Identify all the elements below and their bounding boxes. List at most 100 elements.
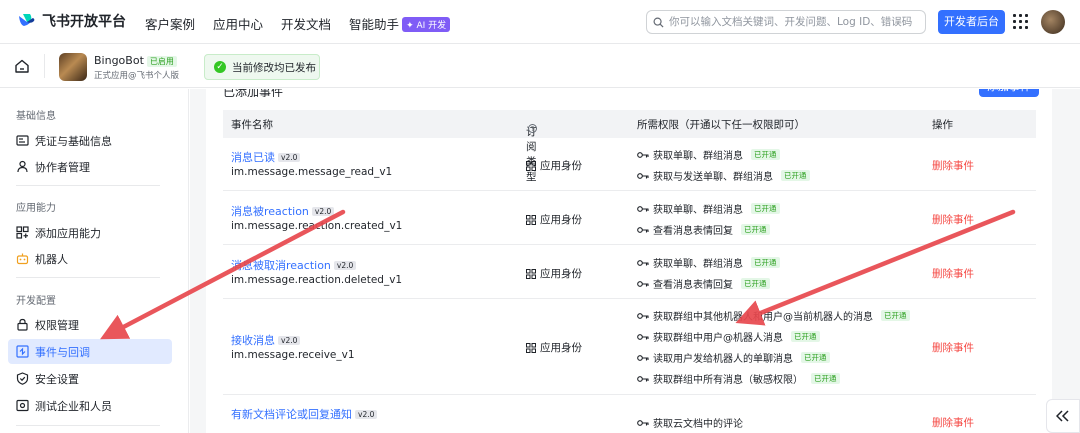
sidebar-divider	[16, 277, 160, 278]
double-chevron-left-icon	[1056, 410, 1069, 422]
sidebar-item-label: 凭证与基础信息	[35, 134, 112, 148]
permission-status-badge: 已开通	[741, 224, 770, 235]
permission-label: 获取群组中其他机器人和用户@当前机器人的消息	[653, 312, 873, 323]
table-row: 有新文档评论或回复通知 v2.0 获取云文档中的评论 删除事件	[223, 395, 1036, 433]
logo-text: 飞书开放平台	[42, 14, 126, 30]
event-code: im.message.reaction.created_v1	[231, 220, 403, 232]
app-identity-icon	[526, 342, 536, 353]
main-content: 已添加事件 添加事件 事件名称 订阅类型? 所需权限（开通以下任一权限即可） 操…	[190, 89, 1080, 433]
add-capability-icon	[16, 226, 29, 239]
sidebar-item-label: 添加应用能力	[35, 226, 101, 240]
delete-event-button[interactable]: 删除事件	[932, 415, 974, 430]
sidebar-item-label: 权限管理	[35, 318, 79, 332]
delete-event-button[interactable]: 删除事件	[932, 266, 974, 281]
event-name: 接收消息	[231, 334, 275, 347]
search-box[interactable]	[646, 10, 926, 34]
event-name: 有新文档评论或回复通知	[231, 408, 352, 421]
key-icon	[637, 205, 649, 212]
table-row: 接收消息 v2.0 im.message.receive_v1 应用身份 获取群组…	[223, 299, 1036, 395]
check-circle-icon: ✓	[214, 61, 226, 73]
sidebar-divider	[16, 185, 160, 186]
permission-item: 获取群组中用户@机器人消息 已开通	[637, 329, 820, 344]
event-name-link[interactable]: 消息被reaction v2.0	[231, 203, 335, 219]
nav-dev-docs[interactable]: 开发文档	[281, 14, 331, 33]
user-avatar[interactable]	[1041, 10, 1065, 34]
sidebar-item-test-users[interactable]: 测试企业和人员	[8, 393, 172, 418]
event-name: 消息已读	[231, 151, 275, 164]
delete-event-button[interactable]: 删除事件	[932, 340, 974, 355]
logo[interactable]: 飞书开放平台	[16, 11, 126, 31]
nav-ai-assistant[interactable]: 智能助手 ✦ AI 开发	[349, 14, 451, 33]
test-icon	[16, 399, 29, 412]
section-title: 已添加事件	[223, 89, 284, 97]
version-badge: v2.0	[278, 153, 301, 162]
developer-console-button[interactable]: 开发者后台	[938, 10, 1005, 34]
event-name-link[interactable]: 消息被取消reaction v2.0	[231, 257, 357, 273]
permission-status-badge: 已开通	[751, 257, 780, 268]
permission-item: 获取群组中其他机器人和用户@当前机器人的消息 已开通	[637, 308, 910, 323]
permission-label: 获取群组中用户@机器人消息	[653, 333, 783, 344]
column-header-permissions: 所需权限（开通以下任一权限即可）	[637, 119, 805, 131]
app-grid-icon[interactable]	[1013, 14, 1028, 29]
permission-item: 查看消息表情回复 已开通	[637, 222, 770, 237]
events-card: 已添加事件 添加事件 事件名称 订阅类型? 所需权限（开通以下任一权限即可） 操…	[206, 89, 1052, 433]
sidebar-item-label: 机器人	[35, 252, 68, 266]
nav-customer-cases[interactable]: 客户案例	[145, 14, 195, 33]
app-identity-icon	[526, 268, 536, 279]
table-header: 事件名称 订阅类型? 所需权限（开通以下任一权限即可） 操作	[223, 110, 1036, 183]
shield-icon	[16, 372, 29, 385]
feishu-logo-icon	[19, 14, 35, 26]
table-row: 消息被reaction v2.0 im.message.reaction.crea…	[223, 191, 1036, 245]
subscription-type-label: 应用身份	[540, 214, 582, 226]
sidebar-item-security[interactable]: 安全设置	[8, 366, 172, 391]
event-name: 消息被取消reaction	[231, 259, 331, 272]
version-badge: v2.0	[311, 207, 335, 216]
sidebar-item-label: 安全设置	[35, 372, 79, 386]
sidebar-item-add-capability[interactable]: 添加应用能力	[8, 220, 172, 245]
add-event-button[interactable]: 添加事件	[979, 89, 1039, 97]
sidebar-item-robot[interactable]: 机器人	[8, 246, 172, 271]
nav-ai-assistant-label: 智能助手	[349, 17, 400, 32]
publish-status-toast: ✓ 当前修改均已发布	[204, 54, 320, 80]
sidebar-item-collaborators[interactable]: 协作者管理	[8, 154, 172, 179]
sidebar-item-permissions[interactable]: 权限管理	[8, 312, 172, 337]
event-name: 消息被reaction	[231, 205, 309, 218]
help-icon[interactable]: ?	[528, 124, 537, 133]
key-icon	[637, 354, 649, 361]
event-code: im.message.receive_v1	[231, 349, 355, 361]
permission-status-badge: 已开通	[751, 149, 780, 160]
app-status-badge: 已启用	[146, 56, 177, 67]
event-name-link[interactable]: 消息已读 v2.0	[231, 149, 301, 165]
permission-status-badge: 已开通	[781, 170, 810, 181]
subscription-type-label: 应用身份	[540, 160, 582, 172]
key-icon	[637, 172, 649, 179]
permission-item: 获取与发送单聊、群组消息 已开通	[637, 168, 810, 183]
delete-event-button[interactable]: 删除事件	[932, 212, 974, 227]
subscription-type-label: 应用身份	[540, 342, 582, 354]
robot-icon	[16, 253, 29, 265]
permission-label: 获取云文档中的评论	[653, 419, 743, 430]
sidebar-item-events-callbacks[interactable]: 事件与回调	[8, 339, 172, 364]
sidebar-divider	[16, 425, 160, 426]
search-input[interactable]	[669, 16, 919, 28]
delete-event-button[interactable]: 删除事件	[932, 158, 974, 173]
sidebar-group-title: 应用能力	[16, 203, 56, 214]
subscription-type: 应用身份	[526, 340, 582, 355]
permission-label: 查看消息表情回复	[653, 280, 733, 291]
event-name-link[interactable]: 接收消息 v2.0	[231, 332, 301, 348]
permission-label: 获取与发送单聊、群组消息	[653, 172, 773, 183]
permission-status-badge: 已开通	[751, 203, 780, 214]
ai-dev-badge: ✦ AI 开发	[402, 17, 451, 32]
nav-app-center[interactable]: 应用中心	[213, 14, 263, 33]
table-row: 消息已读 v2.0 im.message.message_read_v1 应用身份…	[223, 138, 1036, 191]
sidebar-item-credentials[interactable]: 凭证与基础信息	[8, 128, 172, 153]
event-name-link[interactable]: 有新文档评论或回复通知 v2.0	[231, 406, 378, 422]
version-badge: v2.0	[333, 261, 357, 270]
collapse-panel-button[interactable]	[1046, 399, 1080, 433]
toast-text: 当前修改均已发布	[232, 61, 316, 74]
key-icon	[637, 333, 649, 340]
subscription-type: 应用身份	[526, 158, 582, 173]
home-icon[interactable]	[14, 58, 30, 74]
app-avatar	[59, 53, 87, 81]
key-icon	[637, 151, 649, 158]
